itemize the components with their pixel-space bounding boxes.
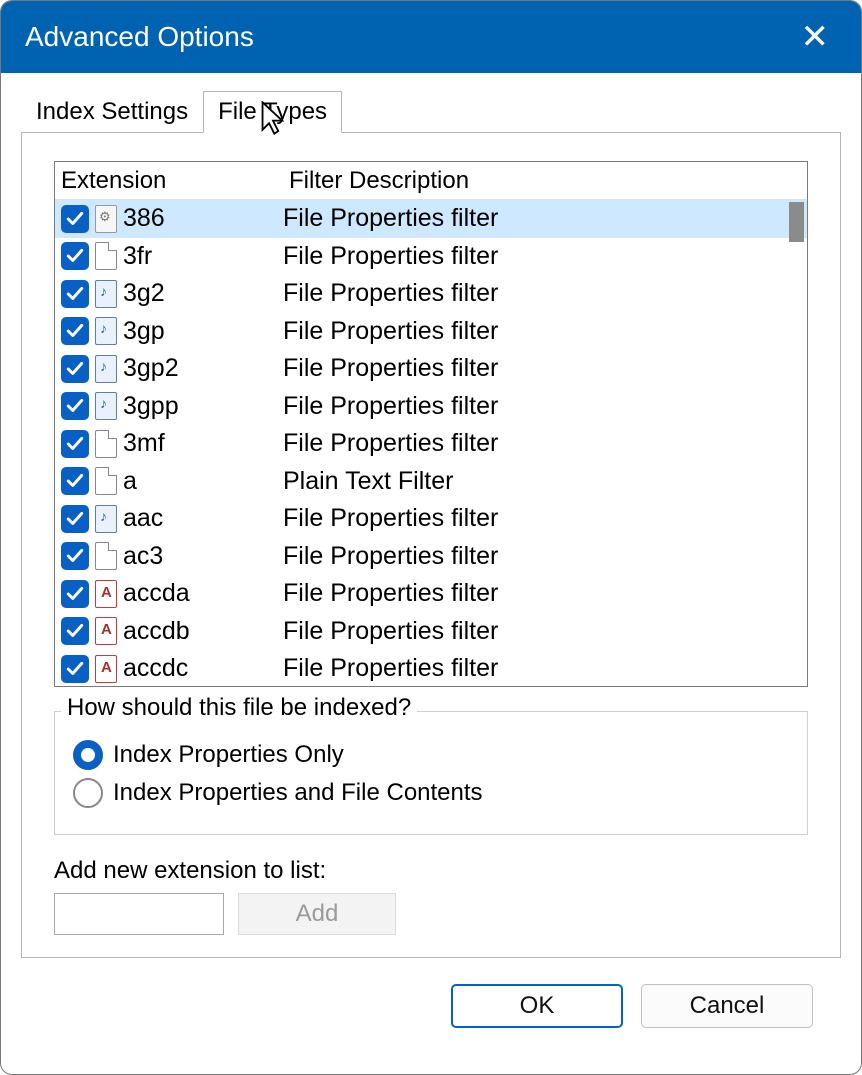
- table-row[interactable]: 3gpFile Properties filter: [55, 313, 807, 351]
- extension-value: accdc: [123, 654, 283, 683]
- extension-value: 3gp2: [123, 354, 283, 383]
- checkbox[interactable]: [61, 467, 89, 495]
- filter-description-value: File Properties filter: [283, 242, 498, 271]
- checkbox[interactable]: [61, 542, 89, 570]
- system-icon: [95, 205, 117, 233]
- tab-file-types[interactable]: File Types: [203, 91, 342, 133]
- table-row[interactable]: 386File Properties filter: [55, 200, 807, 238]
- index-mode-group: How should this file be indexed? Index P…: [54, 711, 808, 835]
- filter-description-value: File Properties filter: [283, 279, 498, 308]
- checkbox[interactable]: [61, 355, 89, 383]
- checkbox[interactable]: [61, 317, 89, 345]
- radio-properties-contents-label: Index Properties and File Contents: [113, 779, 483, 807]
- filter-description-value: File Properties filter: [283, 392, 498, 421]
- rows-container: 386File Properties filter3frFile Propert…: [55, 200, 807, 687]
- checkbox[interactable]: [61, 655, 89, 683]
- radio-properties-contents[interactable]: [73, 778, 103, 808]
- checkbox[interactable]: [61, 280, 89, 308]
- checkbox[interactable]: [61, 242, 89, 270]
- extension-value: a: [123, 467, 283, 496]
- extension-value: 3gpp: [123, 392, 283, 421]
- filter-description-value: File Properties filter: [283, 354, 498, 383]
- filter-description-value: File Properties filter: [283, 429, 498, 458]
- extension-value: 3g2: [123, 279, 283, 308]
- close-icon[interactable]: ✕: [793, 17, 838, 57]
- table-row[interactable]: 3mfFile Properties filter: [55, 425, 807, 463]
- title-bar: Advanced Options ✕: [1, 1, 861, 73]
- access-icon: [95, 580, 117, 608]
- file-type-list[interactable]: Extension Filter Description 386File Pro…: [54, 161, 808, 687]
- filter-description-value: File Properties filter: [283, 654, 498, 683]
- extension-value: 386: [123, 204, 283, 233]
- table-row[interactable]: aacFile Properties filter: [55, 500, 807, 538]
- access-icon: [95, 617, 117, 645]
- filter-description-value: File Properties filter: [283, 617, 498, 646]
- add-button[interactable]: Add: [238, 893, 396, 935]
- checkbox[interactable]: [61, 205, 89, 233]
- tab-panel: Extension Filter Description 386File Pro…: [21, 132, 841, 958]
- radio-properties-only[interactable]: [73, 740, 103, 770]
- content-area: Index Settings File Types Extension Filt…: [1, 73, 861, 1028]
- extension-value: accda: [123, 579, 283, 608]
- table-row[interactable]: accdcFile Properties filter: [55, 650, 807, 687]
- table-row[interactable]: accdbFile Properties filter: [55, 613, 807, 651]
- filter-description-value: File Properties filter: [283, 579, 498, 608]
- extension-value: 3gp: [123, 317, 283, 346]
- ok-button[interactable]: OK: [451, 984, 623, 1028]
- table-row[interactable]: 3gppFile Properties filter: [55, 388, 807, 426]
- radio-properties-only-label: Index Properties Only: [113, 741, 344, 769]
- media-icon: [95, 317, 117, 345]
- radio-properties-contents-row[interactable]: Index Properties and File Contents: [73, 778, 789, 808]
- column-headers: Extension Filter Description: [55, 162, 807, 200]
- column-filter-description[interactable]: Filter Description: [283, 163, 807, 199]
- table-row[interactable]: 3gp2File Properties filter: [55, 350, 807, 388]
- extension-value: 3fr: [123, 242, 283, 271]
- tab-bar: Index Settings File Types: [21, 91, 841, 133]
- checkbox[interactable]: [61, 617, 89, 645]
- extension-value: ac3: [123, 542, 283, 571]
- add-extension-label: Add new extension to list:: [54, 857, 808, 885]
- tab-index-settings[interactable]: Index Settings: [21, 91, 203, 133]
- table-row[interactable]: ac3File Properties filter: [55, 538, 807, 576]
- window-title: Advanced Options: [25, 21, 254, 53]
- extension-value: accdb: [123, 617, 283, 646]
- checkbox[interactable]: [61, 580, 89, 608]
- table-row[interactable]: 3frFile Properties filter: [55, 238, 807, 276]
- media-icon: [95, 280, 117, 308]
- checkbox[interactable]: [61, 430, 89, 458]
- file-icon: [95, 542, 117, 570]
- dialog-actions: OK Cancel: [21, 958, 841, 1028]
- add-extension-section: Add new extension to list: Add: [54, 857, 808, 935]
- filter-description-value: File Properties filter: [283, 504, 498, 533]
- media-icon: [95, 505, 117, 533]
- file-icon: [95, 430, 117, 458]
- table-row[interactable]: accdaFile Properties filter: [55, 575, 807, 613]
- table-row[interactable]: aPlain Text Filter: [55, 463, 807, 501]
- cancel-button[interactable]: Cancel: [641, 984, 813, 1028]
- access-icon: [95, 655, 117, 683]
- column-extension[interactable]: Extension: [55, 163, 283, 199]
- filter-description-value: Plain Text Filter: [283, 467, 453, 496]
- scrollbar-thumb[interactable]: [789, 202, 804, 242]
- file-icon: [95, 242, 117, 270]
- filter-description-value: File Properties filter: [283, 317, 498, 346]
- add-extension-input[interactable]: [54, 893, 224, 935]
- filter-description-value: File Properties filter: [283, 204, 498, 233]
- table-row[interactable]: 3g2File Properties filter: [55, 275, 807, 313]
- radio-properties-only-row[interactable]: Index Properties Only: [73, 740, 789, 770]
- checkbox[interactable]: [61, 505, 89, 533]
- checkbox[interactable]: [61, 392, 89, 420]
- extension-value: 3mf: [123, 429, 283, 458]
- extension-value: aac: [123, 504, 283, 533]
- filter-description-value: File Properties filter: [283, 542, 498, 571]
- media-icon: [95, 392, 117, 420]
- file-icon: [95, 467, 117, 495]
- group-label: How should this file be indexed?: [61, 694, 417, 722]
- media-icon: [95, 355, 117, 383]
